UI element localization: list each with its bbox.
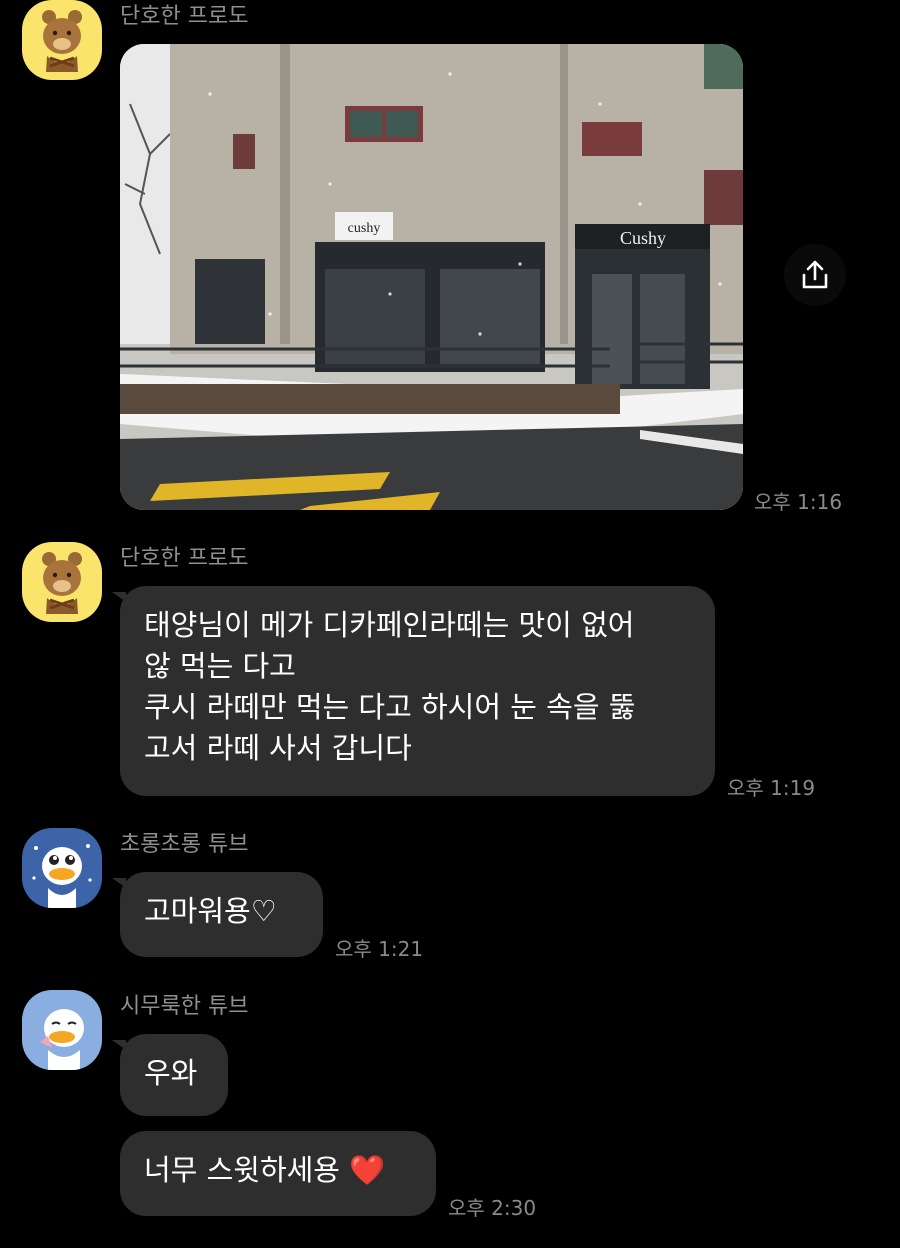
frodo-dog-icon <box>42 10 82 72</box>
sender-name: 초롱초롱 튜브 <box>120 832 249 857</box>
sender-name: 단호한 프로도 <box>120 546 249 571</box>
message-bubble[interactable]: 고마워용♡ <box>112 872 323 957</box>
message-bubble[interactable]: 너무 스윗하세용 ❤️ <box>120 1131 436 1216</box>
avatar-tube[interactable] <box>22 828 102 908</box>
shop-sign-left: cushy <box>348 221 381 236</box>
share-button[interactable] <box>784 244 846 306</box>
avatar-frodo[interactable] <box>22 0 102 80</box>
snowy-cafe-photo: cushy Cushy <box>120 44 743 510</box>
message-time: 오후 1:19 <box>727 776 816 800</box>
avatar-frodo[interactable] <box>22 542 102 622</box>
shared-photo[interactable]: cushy Cushy <box>120 44 743 510</box>
message-time: 오후 1:16 <box>754 490 843 514</box>
message-time: 오후 2:30 <box>448 1196 537 1220</box>
frodo-dog-icon <box>42 552 82 614</box>
share-icon <box>802 260 828 289</box>
message-bubble[interactable]: 우와 <box>112 1034 228 1116</box>
message-bubble[interactable]: 태양님이 메가 디카페인라떼는 맛이 없어 않 먹는 다고 쿠시 라떼만 먹는 … <box>112 586 715 796</box>
shop-sign-right: Cushy <box>620 228 666 248</box>
message-time: 오후 1:21 <box>335 937 424 961</box>
tube-duck-sad-icon <box>40 1009 84 1070</box>
heart-emoji: ❤️ <box>349 1153 386 1187</box>
avatar-tube[interactable] <box>22 990 102 1070</box>
sender-name: 시무룩한 튜브 <box>120 994 249 1019</box>
message-text: 너무 스윗하세용 <box>144 1153 340 1187</box>
sender-name: 단호한 프로도 <box>120 4 249 29</box>
tube-duck-sparkle-icon <box>32 844 92 908</box>
